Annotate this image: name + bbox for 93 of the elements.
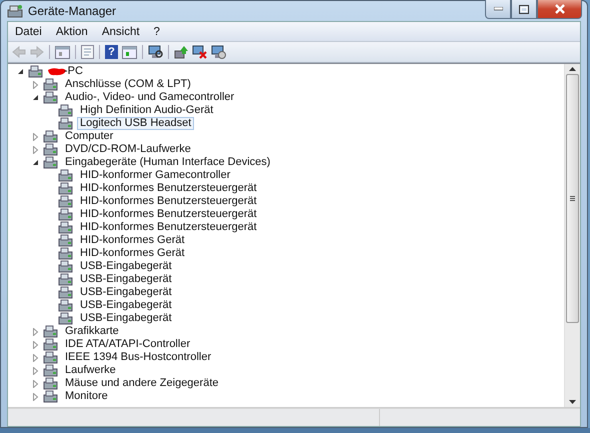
expand-arrow-icon[interactable] <box>31 340 40 348</box>
expand-arrow-icon[interactable] <box>31 146 40 154</box>
tree-item[interactable]: HID-konformes Benutzersteuergerät <box>77 208 260 221</box>
device-icon <box>58 221 74 234</box>
device-icon <box>43 364 59 377</box>
tree-item[interactable]: HID-konformes Gerät <box>77 234 188 247</box>
device-icon <box>43 325 59 338</box>
menu-item[interactable]: ? <box>146 26 167 38</box>
expand-arrow-icon[interactable] <box>31 380 40 388</box>
scroll-thumb[interactable] <box>566 74 579 323</box>
arrow-up-icon <box>174 45 188 59</box>
tree-item[interactable]: High Definition Audio-Gerät <box>77 104 216 117</box>
window-title: Geräte-Manager <box>28 4 116 18</box>
maximize-button[interactable] <box>511 0 537 19</box>
device-icon <box>43 143 59 156</box>
expand-arrow-icon[interactable] <box>31 132 40 140</box>
back-arrow-icon <box>12 46 26 58</box>
expand-arrow-icon[interactable] <box>31 354 40 362</box>
scroll-up-icon <box>569 67 576 71</box>
close-icon <box>554 4 566 14</box>
tree-item[interactable]: USB-Eingabegerät <box>77 312 175 325</box>
tree-item[interactable]: HID-konformes Benutzersteuergerät <box>77 221 260 234</box>
device-icon <box>43 156 59 169</box>
device-icon <box>43 78 59 91</box>
device-icon <box>58 117 74 130</box>
device-icon <box>58 182 74 195</box>
minimize-icon <box>494 7 502 11</box>
tree-item[interactable]: USB-Eingabegerät <box>77 286 175 299</box>
expand-arrow-icon[interactable] <box>31 392 40 400</box>
maximize-icon <box>519 4 529 14</box>
tree-item[interactable]: Grafikkarte <box>62 325 122 338</box>
tree-item[interactable]: HID-konformer Gamecontroller <box>77 169 234 182</box>
collapse-arrow-icon[interactable] <box>31 94 40 101</box>
collapse-arrow-icon[interactable] <box>16 68 25 75</box>
window-icon <box>122 46 137 58</box>
menu-item[interactable]: Datei <box>8 26 49 38</box>
menu-item[interactable]: Ansicht <box>94 26 147 38</box>
scroll-down-icon <box>569 400 576 404</box>
device-icon <box>28 65 44 78</box>
device-icon <box>43 390 59 403</box>
tree-item[interactable]: HID-konformes Gerät <box>77 247 188 260</box>
tree-item[interactable]: HID-konformes Benutzersteuergerät <box>77 182 260 195</box>
device-icon <box>43 338 59 351</box>
tree-item[interactable]: Mäuse und andere Zeigegeräte <box>62 377 222 390</box>
device-icon <box>43 351 59 364</box>
tree-item[interactable]: Eingabegeräte (Human Interface Devices) <box>62 156 274 169</box>
grip-icon <box>570 196 575 202</box>
document-icon <box>81 45 94 59</box>
device-icon <box>43 91 59 104</box>
device-icon <box>58 247 74 260</box>
device-icon <box>58 195 74 208</box>
tree-item[interactable]: Computer <box>62 130 116 143</box>
device-icon <box>58 169 74 182</box>
tree-item[interactable]: Anschlüsse (COM & LPT) <box>62 78 194 91</box>
expand-arrow-icon[interactable] <box>31 80 40 88</box>
device-icon <box>58 299 74 312</box>
device-icon <box>43 130 59 143</box>
tree-item[interactable]: Logitech USB Headset <box>77 117 194 130</box>
minimize-button[interactable] <box>485 0 511 19</box>
device-icon <box>58 312 74 325</box>
device-icon <box>58 104 74 117</box>
expand-arrow-icon[interactable] <box>31 328 40 336</box>
tree-item[interactable]: HID-konformes Benutzersteuergerät <box>77 195 260 208</box>
tree-item[interactable]: IEEE 1394 Bus-Hostcontroller <box>62 351 214 364</box>
device-icon <box>43 377 59 390</box>
close-button[interactable] <box>537 0 582 19</box>
device-icon <box>58 234 74 247</box>
tree-item[interactable]: USB-Eingabegerät <box>77 299 175 312</box>
menu-item[interactable]: Aktion <box>48 26 95 38</box>
device-icon <box>58 286 74 299</box>
forward-arrow-icon <box>30 46 44 58</box>
tree-item[interactable]: IDE ATA/ATAPI-Controller <box>62 338 194 351</box>
scrollbar[interactable] <box>564 64 580 407</box>
tree-item[interactable]: USB-Eingabegerät <box>77 260 175 273</box>
monitor-icon <box>211 45 226 59</box>
device-icon <box>58 208 74 221</box>
device-icon <box>58 273 74 286</box>
tree-item[interactable]: USB-Eingabegerät <box>77 273 175 286</box>
tree-item[interactable]: Audio-, Video- und Gamecontroller <box>62 91 238 104</box>
toolbar-button[interactable] <box>190 43 209 61</box>
tree-item[interactable]: DVD/CD-ROM-Laufwerke <box>62 143 194 156</box>
toolbar-button[interactable] <box>146 43 165 61</box>
toolbar-button[interactable] <box>209 43 228 61</box>
tree-item[interactable]: Monitore <box>62 390 111 403</box>
collapse-arrow-icon[interactable] <box>31 159 40 166</box>
tree-item[interactable]: -PC <box>61 65 86 78</box>
computer-icon <box>7 4 23 18</box>
cross-icon <box>192 45 207 59</box>
expand-arrow-icon[interactable] <box>31 366 40 374</box>
tree-item[interactable]: Laufwerke <box>62 364 119 377</box>
device-icon <box>58 260 74 273</box>
window-icon <box>55 46 70 58</box>
monitor-icon <box>148 45 163 59</box>
